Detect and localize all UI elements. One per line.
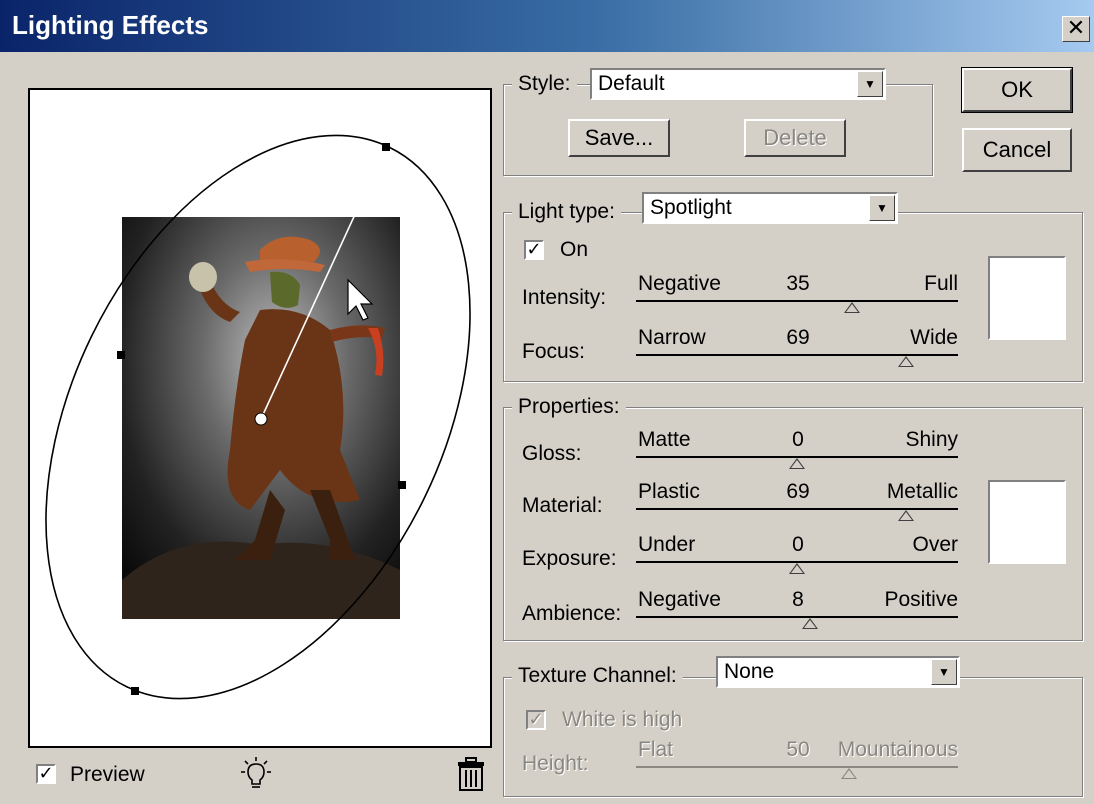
style-value: Default	[598, 72, 665, 95]
close-button[interactable]: ✕	[1062, 16, 1090, 42]
material-min-label: Plastic	[638, 480, 700, 503]
chevron-down-icon: ▼	[857, 71, 883, 97]
gloss-max-label: Shiny	[905, 428, 958, 451]
cancel-button[interactable]: Cancel	[962, 128, 1072, 172]
height-max-label: Mountainous	[837, 738, 958, 761]
exposure-min-label: Under	[638, 533, 696, 556]
focus-max-label: Wide	[910, 326, 958, 349]
white-is-high-label: White is high	[562, 708, 683, 731]
material-value: 69	[786, 480, 810, 503]
chevron-down-icon: ▼	[931, 659, 957, 685]
light-bulb-icon[interactable]	[238, 756, 274, 792]
light-type-value: Spotlight	[650, 196, 732, 219]
exposure-value: 0	[792, 533, 804, 556]
focus-min-label: Narrow	[638, 326, 706, 349]
gloss-slider-thumb[interactable]	[789, 458, 805, 469]
ambient-color-swatch[interactable]	[988, 480, 1066, 564]
height-min-label: Flat	[638, 738, 674, 761]
height-slider-thumb	[841, 768, 857, 779]
texture-label: Texture Channel:	[512, 664, 683, 688]
texture-dropdown[interactable]: None ▼	[716, 656, 960, 688]
light-ellipse-overlay[interactable]	[30, 90, 490, 746]
gloss-min-label: Matte	[638, 428, 691, 451]
preview-canvas[interactable]	[28, 88, 492, 748]
material-slider-thumb[interactable]	[898, 510, 914, 521]
white-is-high-checkbox: ✓	[526, 710, 546, 730]
save-button[interactable]: Save...	[568, 119, 670, 157]
intensity-min-label: Negative	[638, 272, 721, 295]
style-label: Style:	[512, 72, 577, 96]
ambience-slider-thumb[interactable]	[802, 618, 818, 629]
texture-group	[503, 677, 1083, 797]
light-color-swatch[interactable]	[988, 256, 1066, 340]
height-value: 50	[786, 738, 810, 761]
light-type-dropdown[interactable]: Spotlight ▼	[642, 192, 898, 224]
ambience-min-label: Negative	[638, 588, 721, 611]
light-type-label: Light type:	[512, 200, 621, 224]
material-label: Material:	[522, 494, 603, 517]
focus-slider-thumb[interactable]	[898, 356, 914, 367]
trash-icon[interactable]	[456, 757, 486, 791]
preview-label: Preview	[70, 763, 145, 786]
focus-label: Focus:	[522, 340, 586, 363]
focus-value: 69	[786, 326, 810, 349]
ambience-label: Ambience:	[522, 602, 622, 625]
exposure-max-label: Over	[912, 533, 958, 556]
exposure-slider-thumb[interactable]	[789, 563, 805, 574]
gloss-label: Gloss:	[522, 442, 582, 465]
exposure-label: Exposure:	[522, 547, 617, 570]
material-max-label: Metallic	[886, 480, 958, 503]
ambience-slider-track[interactable]	[636, 616, 958, 618]
chevron-down-icon: ▼	[869, 195, 895, 221]
title-bar: Lighting Effects ✕	[0, 0, 1094, 52]
style-dropdown[interactable]: Default ▼	[590, 68, 886, 100]
gloss-value: 0	[792, 428, 804, 451]
intensity-slider-track[interactable]	[636, 300, 958, 302]
intensity-max-label: Full	[924, 272, 958, 295]
intensity-label: Intensity:	[522, 286, 607, 309]
ok-button[interactable]: OK	[961, 67, 1073, 113]
height-label: Height:	[522, 752, 589, 775]
preview-checkbox[interactable]: ✓	[36, 764, 56, 784]
window-title: Lighting Effects	[12, 10, 209, 40]
on-label: On	[560, 238, 589, 261]
height-slider-track	[636, 766, 958, 768]
on-checkbox[interactable]: ✓	[524, 240, 544, 260]
intensity-value: 35	[786, 272, 810, 295]
delete-button: Delete	[744, 119, 846, 157]
intensity-slider-thumb[interactable]	[844, 302, 860, 313]
ambience-value: 8	[792, 588, 804, 611]
ambience-max-label: Positive	[884, 588, 958, 611]
texture-value: None	[724, 660, 775, 683]
properties-label: Properties:	[512, 395, 626, 419]
